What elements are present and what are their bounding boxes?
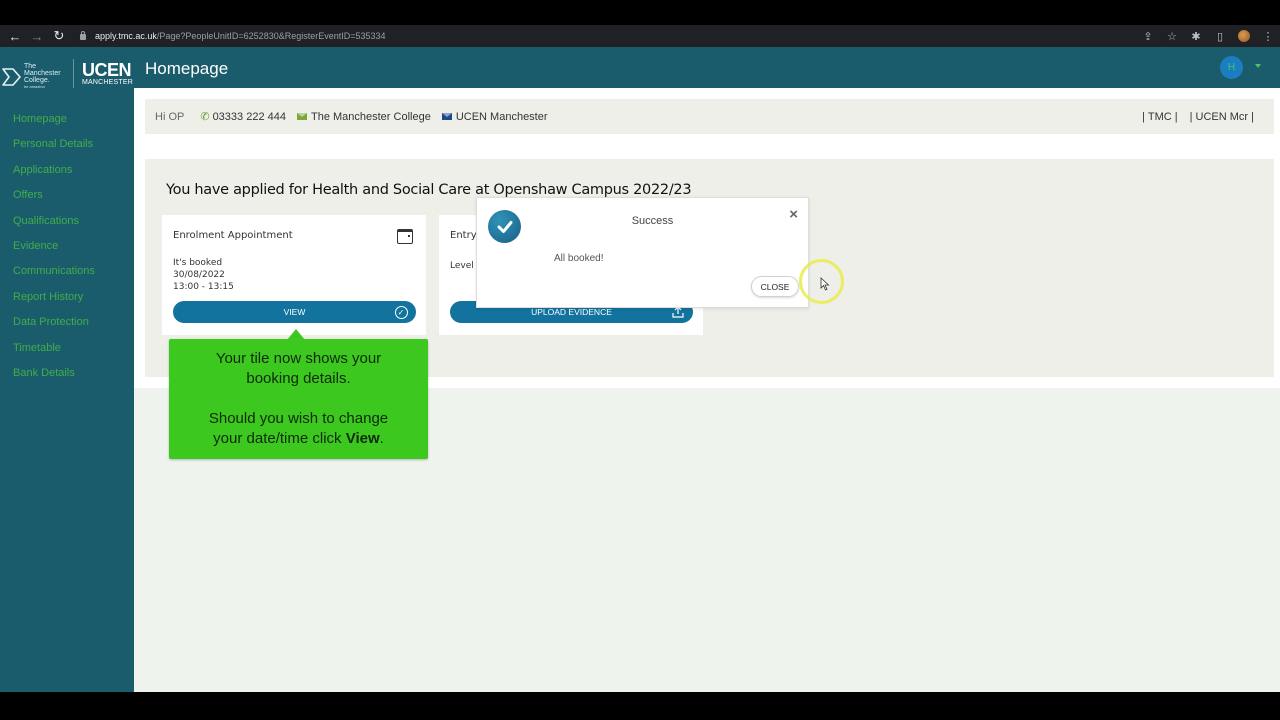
email-ucen-link[interactable]: UCEN Manchester [441, 110, 548, 123]
forward-icon[interactable]: → [26, 25, 48, 47]
screen: ← → ↻ apply.tmc.ac.uk /Page?PeopleUnitID… [0, 0, 1280, 720]
back-icon[interactable]: ← [4, 25, 26, 47]
app-header: The Manchester College. be amazing UCEN … [0, 47, 1280, 91]
ucen-logo-wordmark: UCEN [82, 60, 132, 80]
url-host: apply.tmc.ac.uk [95, 31, 157, 41]
greeting: Hi OP [155, 110, 185, 123]
sidebar-item-evidence[interactable]: Evidence [0, 239, 134, 264]
application-heading: You have applied for Health and Social C… [166, 182, 692, 198]
envelope-icon [296, 113, 307, 120]
tmc-chevron-icon [2, 67, 21, 86]
sidebar: Homepage Personal Details Applications O… [0, 88, 134, 692]
extensions-icon[interactable]: ✱ [1184, 25, 1208, 47]
contact-bar: Hi OP ✆ 03333 222 444 The Manchester Col… [145, 99, 1274, 134]
enrolment-appointment-tile: Enrolment Appointment It's booked 30/08/… [162, 215, 426, 335]
calendar-icon [397, 229, 413, 244]
sidepanel-icon[interactable]: ▯ [1208, 25, 1232, 47]
reload-icon[interactable]: ↻ [48, 25, 70, 47]
callout-line: Your tile now shows your [215, 350, 382, 367]
sidebar-item-communications[interactable]: Communications [0, 264, 134, 289]
sidebar-item-homepage[interactable]: Homepage [0, 112, 134, 137]
tutorial-callout: Your tile now shows your booking details… [169, 329, 428, 459]
check-circle-icon: ✓ [394, 305, 408, 319]
page-title: Homepage [145, 59, 229, 78]
booking-status: It's booked [173, 258, 223, 268]
sidebar-item-applications[interactable]: Applications [0, 163, 134, 188]
sidebar-item-personal-details[interactable]: Personal Details [0, 137, 134, 162]
browser-toolbar: ← → ↻ apply.tmc.ac.uk /Page?PeopleUnitID… [0, 25, 1280, 47]
ucen-logo-sub: MANCHESTER [82, 79, 134, 86]
dialog-message: All booked! [554, 253, 604, 264]
chevron-down-icon[interactable] [1255, 64, 1261, 68]
callout-text: . [379, 430, 384, 447]
lock-icon [80, 31, 86, 40]
view-button-label: VIEW [283, 307, 306, 317]
phone-contact[interactable]: ✆ 03333 222 444 [200, 110, 286, 124]
phone-icon: ✆ [200, 111, 210, 123]
logo-divider [73, 59, 74, 89]
letterbox-bottom [0, 692, 1280, 720]
tile-line: Level [450, 261, 474, 271]
phone-number: 03333 222 444 [212, 110, 286, 123]
url-path: /Page?PeopleUnitID=6252830&RegisterEvent… [156, 31, 386, 41]
dialog-title: Success [631, 215, 674, 227]
tmc-logo-line: The [24, 63, 37, 70]
view-button[interactable]: VIEW ✓ [173, 301, 416, 323]
email-tmc-label: The Manchester College [310, 110, 431, 123]
booking-date: 30/08/2022 [173, 270, 225, 280]
callout-text: your date/time click [213, 430, 346, 447]
sidebar-item-report-history[interactable]: Report History [0, 290, 134, 315]
letterbox-top [0, 0, 1280, 25]
user-avatar[interactable]: H [1220, 56, 1243, 79]
ucen-site-link[interactable]: | UCEN Mcr | [1190, 111, 1254, 123]
email-tmc-link[interactable]: The Manchester College [296, 110, 431, 123]
success-dialog: Success × All booked! CLOSE [476, 197, 809, 308]
tile-title: Enrolment Appointment [173, 230, 293, 241]
address-bar[interactable]: apply.tmc.ac.uk /Page?PeopleUnitID=62528… [72, 27, 1162, 45]
tmc-logo-line: Manchester [24, 70, 61, 77]
callout-line-4: your date/time click View. [169, 429, 428, 449]
sidebar-item-bank-details[interactable]: Bank Details [0, 366, 134, 391]
close-icon[interactable]: × [789, 206, 798, 223]
menu-icon[interactable]: ⋮ [1256, 25, 1280, 47]
sidebar-item-timetable[interactable]: Timetable [0, 341, 134, 366]
close-button[interactable]: CLOSE [751, 276, 799, 297]
share-icon[interactable]: ⇪ [1136, 25, 1160, 47]
envelope-icon [441, 113, 452, 120]
callout-emphasis: View [345, 430, 380, 447]
sidebar-item-data-protection[interactable]: Data Protection [0, 315, 134, 340]
tmc-site-link[interactable]: | TMC | [1142, 111, 1177, 123]
sidebar-item-offers[interactable]: Offers [0, 188, 134, 213]
tile-title: Entry [450, 230, 477, 241]
callout-line: booking details. [246, 370, 351, 387]
tmc-logo[interactable]: The Manchester College. be amazing [2, 63, 61, 90]
booking-time: 13:00 - 13:15 [173, 282, 234, 292]
upload-evidence-label: UPLOAD EVIDENCE [531, 307, 612, 317]
ucen-logo[interactable]: UCEN MANCHESTER FIND YOUR FUTURE [82, 61, 133, 91]
email-ucen-label: UCEN Manchester [455, 110, 548, 123]
callout-line: Should you wish to change [208, 410, 389, 427]
star-icon[interactable]: ☆ [1160, 25, 1184, 47]
sidebar-item-qualifications[interactable]: Qualifications [0, 214, 134, 239]
tmc-logo-line: College. [24, 77, 50, 84]
mouse-pointer-icon [820, 277, 830, 291]
profile-icon[interactable] [1232, 25, 1256, 47]
